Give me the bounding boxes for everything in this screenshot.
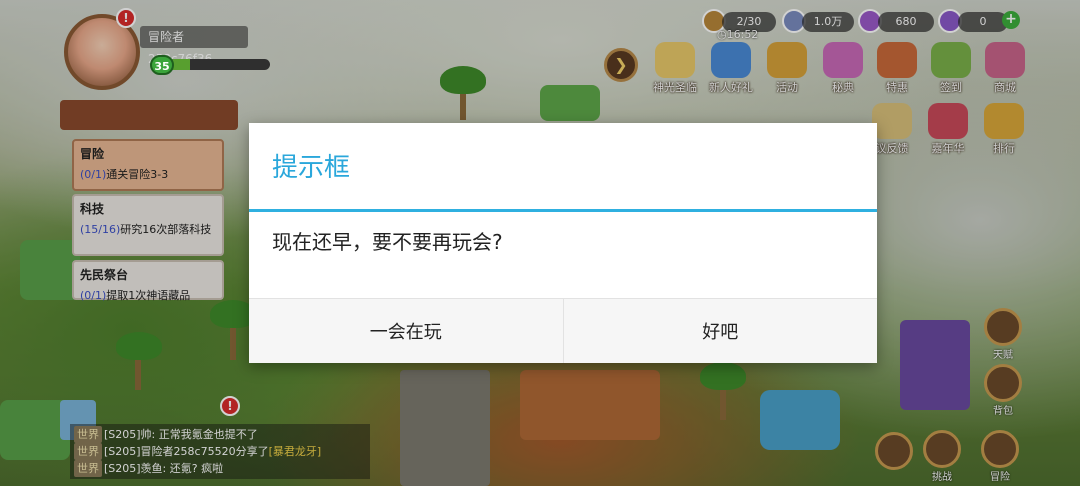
play-later-button[interactable]: 一会在玩 bbox=[249, 299, 563, 363]
ok-button[interactable]: 好吧 bbox=[562, 299, 877, 363]
dialog-title-divider bbox=[249, 209, 877, 212]
dialog-message: 现在还早，要不要再玩会? bbox=[272, 230, 503, 254]
prompt-dialog: 提示框 现在还早，要不要再玩会? 一会在玩 好吧 bbox=[249, 123, 877, 363]
dialog-button-row: 一会在玩 好吧 bbox=[249, 298, 877, 363]
player-level-badge: 35 bbox=[150, 55, 174, 75]
dialog-title: 提示框 bbox=[272, 153, 351, 183]
